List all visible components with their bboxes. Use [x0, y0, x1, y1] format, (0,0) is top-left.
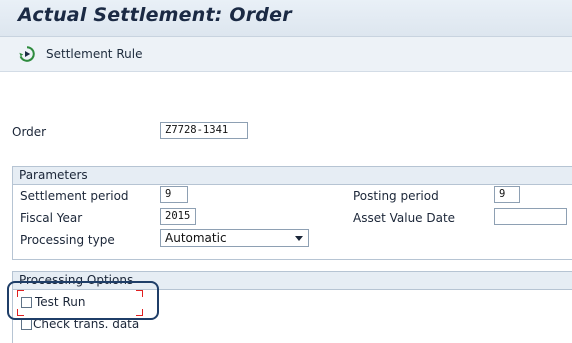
asset-value-date-input[interactable]	[494, 208, 567, 225]
settlement-rule-button[interactable]: Settlement Rule	[46, 47, 142, 61]
order-label: Order	[12, 125, 47, 139]
posting-period-input[interactable]: 9	[494, 186, 520, 203]
processing-type-value: Automatic	[165, 231, 227, 245]
fiscal-year-label: Fiscal Year	[20, 211, 83, 225]
processing-type-label: Processing type	[20, 233, 115, 247]
asset-value-date-label: Asset Value Date	[353, 211, 456, 225]
fiscal-year-input[interactable]: 2015	[160, 208, 196, 225]
check-trans-data-checkbox[interactable]	[21, 319, 32, 330]
processing-type-select[interactable]: Automatic	[160, 229, 309, 247]
execute-icon[interactable]	[19, 46, 35, 62]
settlement-period-input[interactable]: 9	[160, 186, 188, 203]
posting-period-label: Posting period	[353, 189, 439, 203]
settlement-period-label: Settlement period	[20, 189, 129, 203]
application-toolbar: Settlement Rule	[0, 37, 572, 72]
order-input[interactable]: Z7728-1341	[160, 122, 248, 139]
parameters-group-title: Parameters	[13, 167, 572, 185]
highlight-frame	[7, 281, 159, 320]
chevron-down-icon[interactable]	[295, 236, 303, 241]
page-title: Actual Settlement: Order	[18, 4, 292, 26]
title-bar: Actual Settlement: Order	[0, 0, 572, 37]
actual-settlement-screen: Actual Settlement: Order Settlement Rule…	[0, 0, 572, 343]
